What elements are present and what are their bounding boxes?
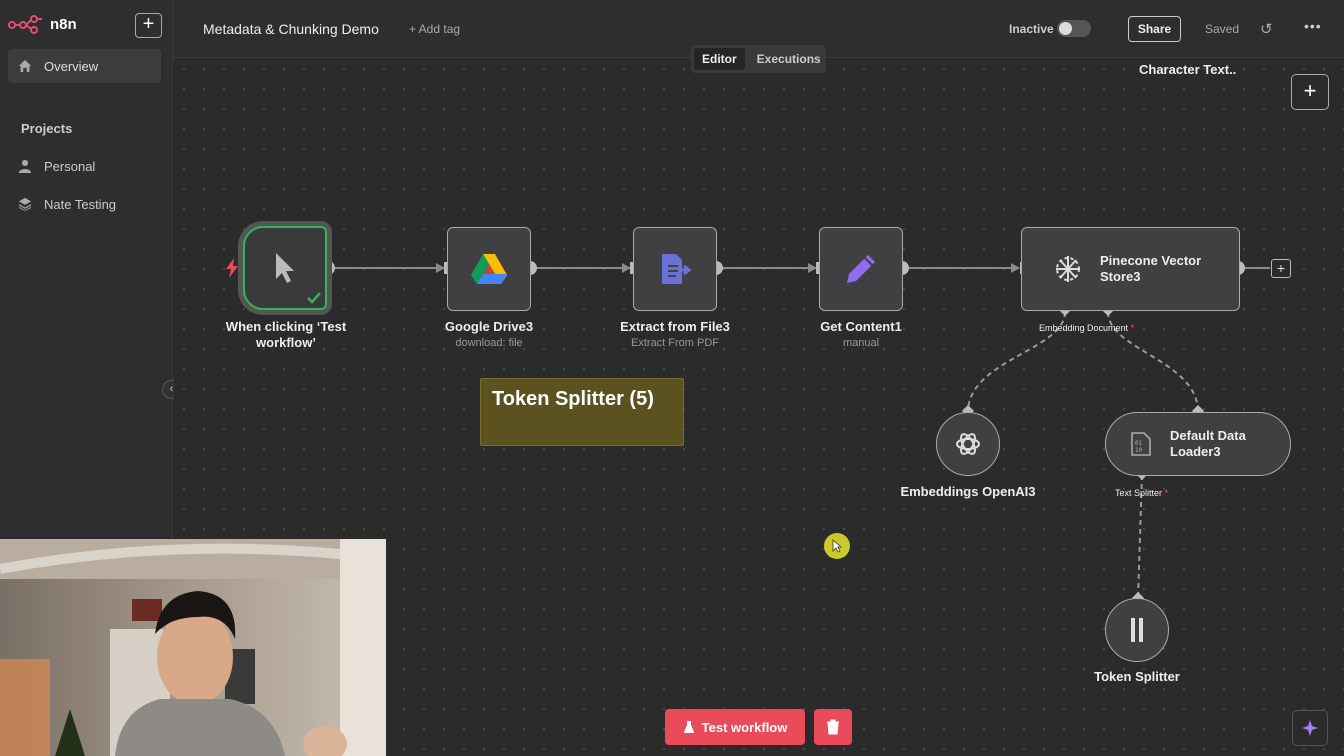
- node-label: Embeddings OpenAI3: [900, 484, 1036, 499]
- sidebar-item-label: Overview: [44, 58, 99, 74]
- add-next-node-button[interactable]: +: [1271, 259, 1291, 278]
- saved-status: Saved: [1205, 22, 1240, 36]
- sparkle-icon: [1302, 720, 1318, 736]
- node-pinecone-vector-store[interactable]: Pinecone Vector Store3: [1021, 227, 1240, 311]
- more-options-icon[interactable]: •••: [1304, 18, 1322, 34]
- svg-text:10: 10: [1135, 447, 1143, 454]
- status-label: Inactive: [1009, 22, 1054, 36]
- mouse-pointer-icon: [832, 539, 842, 553]
- node-manual-trigger[interactable]: [243, 226, 327, 310]
- node-label: Pinecone Vector Store3: [1100, 253, 1202, 284]
- projects-heading: Projects: [21, 121, 73, 136]
- node-get-content[interactable]: [819, 227, 903, 311]
- presenter-video-image: [0, 539, 386, 756]
- active-toggle[interactable]: [1057, 20, 1091, 37]
- n8n-logo-icon: [8, 15, 42, 34]
- history-icon[interactable]: ↺: [1260, 20, 1273, 38]
- add-tag-button[interactable]: + Add tag: [409, 22, 460, 36]
- port-label-text: Text Splitter: [1115, 488, 1163, 498]
- add-node-button[interactable]: +: [1291, 74, 1329, 110]
- success-check-icon: [307, 292, 321, 304]
- flask-icon: [683, 721, 694, 733]
- google-drive-icon: [471, 254, 507, 284]
- tab-editor[interactable]: Editor: [694, 48, 745, 70]
- trigger-bolt-icon: [226, 258, 238, 278]
- node-label: Extract from File3: [620, 319, 730, 334]
- port-label-text: Embedding Document: [1039, 323, 1129, 333]
- node-subtitle: Extract From PDF: [630, 337, 719, 349]
- node-label: Token Splitter: [1094, 669, 1180, 684]
- node-google-drive[interactable]: [447, 227, 531, 311]
- test-workflow-label: Test workflow: [701, 719, 788, 735]
- sidebar-item-label: Nate Testing: [44, 196, 117, 212]
- user-icon: [18, 159, 32, 173]
- node-label: Get Content1: [820, 319, 902, 334]
- node-label: Google Drive3: [444, 319, 534, 334]
- sidebar-item-overview[interactable]: Overview: [8, 49, 161, 83]
- share-button[interactable]: Share: [1128, 16, 1181, 42]
- port-label: Embedding Document *: [1039, 323, 1134, 333]
- app-name: n8n: [50, 15, 77, 33]
- webcam-overlay: [0, 539, 386, 756]
- openai-icon: [956, 433, 980, 455]
- splitter-icon: [1131, 618, 1143, 642]
- pinecone-icon: [1056, 256, 1080, 282]
- required-marker: *: [1130, 323, 1135, 333]
- sticky-note-text: Token Splitter (5): [492, 388, 654, 410]
- layers-icon: [18, 197, 32, 211]
- node-extract-from-file[interactable]: [633, 227, 717, 311]
- toggle-knob: [1059, 22, 1072, 35]
- ai-assistant-button[interactable]: [1292, 710, 1328, 746]
- sidebar-item-label: Personal: [44, 158, 96, 174]
- workflow-title[interactable]: Metadata & Chunking Demo: [203, 21, 379, 37]
- delete-button[interactable]: [814, 709, 852, 745]
- pencil-icon: [847, 255, 875, 283]
- editor-tabs: Editor Executions: [691, 45, 826, 73]
- sticky-note[interactable]: Token Splitter (5): [480, 378, 684, 446]
- node-subtitle: manual: [842, 337, 880, 349]
- canvas-overlay-text: Character Text..: [1139, 62, 1237, 77]
- port-label: Text Splitter *: [1115, 488, 1168, 498]
- home-icon: [18, 59, 32, 73]
- svg-text:01: 01: [1135, 440, 1143, 447]
- sidebar-item-personal[interactable]: Personal: [8, 149, 161, 183]
- tab-executions[interactable]: Executions: [749, 48, 829, 70]
- app-window: n8n + Overview Projects Personal Nate Te…: [0, 0, 1344, 756]
- node-label: Default Data Loader3: [1170, 428, 1246, 459]
- node-subtitle: download: file: [455, 337, 523, 349]
- extract-file-icon: [662, 254, 692, 284]
- node-embeddings-openai[interactable]: [936, 412, 1000, 476]
- document-binary-icon: 01 10: [1131, 432, 1151, 456]
- trash-icon: [827, 719, 839, 735]
- node-token-splitter[interactable]: [1105, 598, 1169, 662]
- test-workflow-button[interactable]: Test workflow: [665, 709, 805, 745]
- required-marker: *: [1164, 488, 1169, 498]
- n8n-logo[interactable]: n8n: [8, 14, 77, 34]
- mouse-cursor-highlight: [824, 533, 850, 559]
- cursor-pointer-icon: [276, 253, 294, 283]
- node-default-data-loader[interactable]: 01 10 Default Data Loader3: [1105, 412, 1291, 476]
- sidebar-item-nate-testing[interactable]: Nate Testing: [8, 187, 161, 221]
- create-button[interactable]: +: [135, 13, 162, 38]
- node-label: When clicking ‘Test workflow’: [225, 319, 347, 350]
